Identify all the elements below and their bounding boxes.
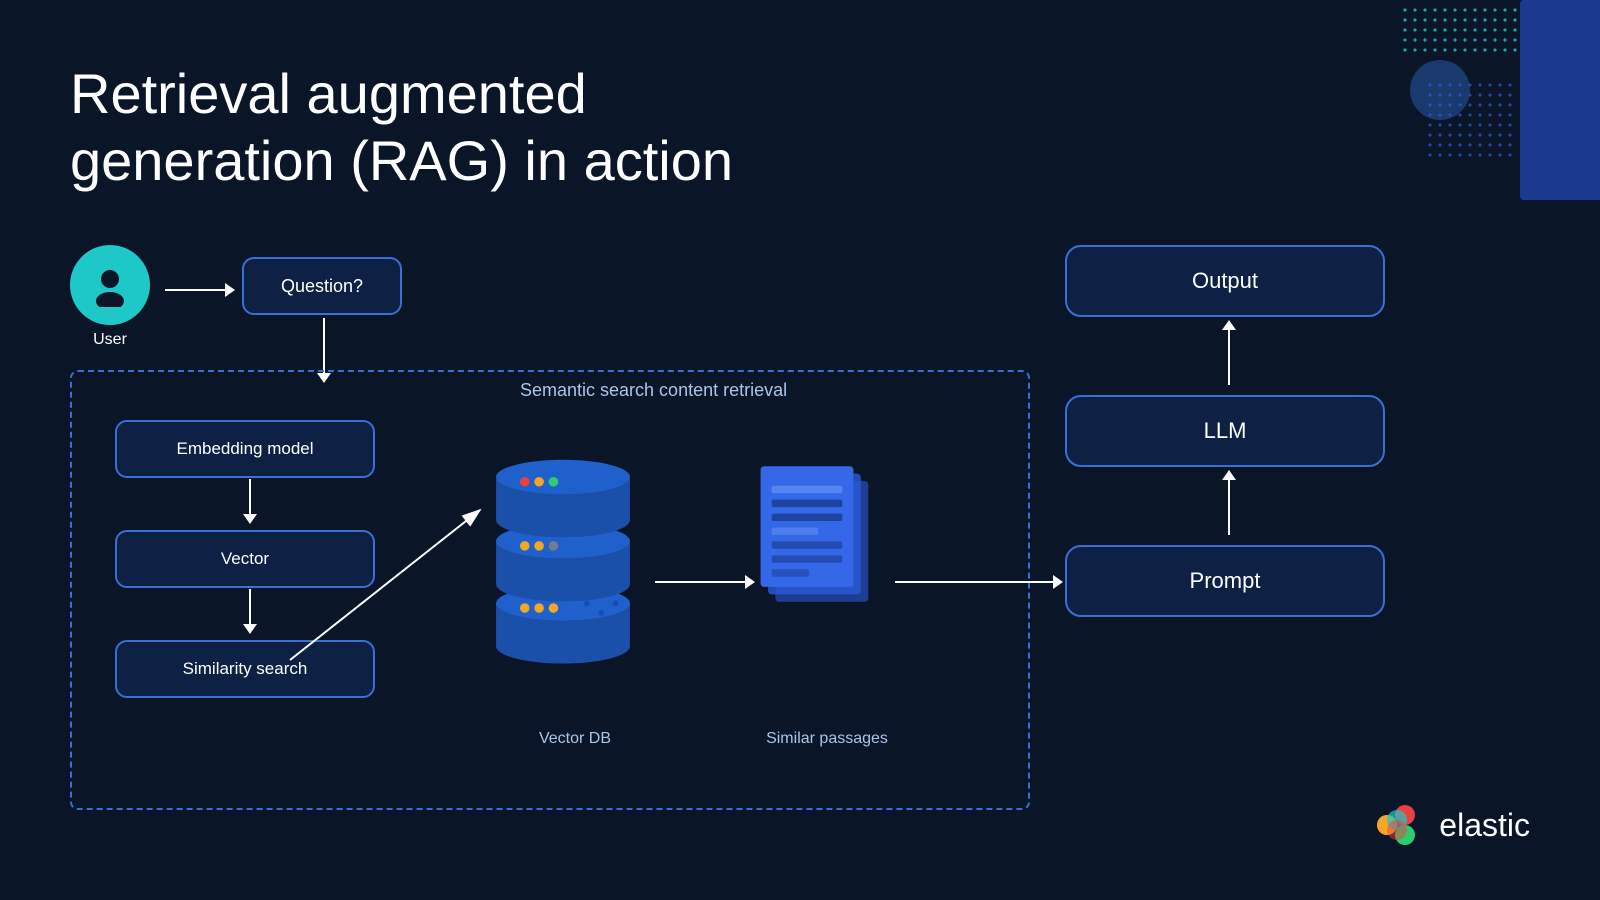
diagonal-arrow-similarity-to-db xyxy=(280,490,510,680)
similar-passages-illustration xyxy=(755,460,885,665)
semantic-search-label: Semantic search content retrieval xyxy=(520,380,787,401)
page-title: Retrieval augmented generation (RAG) in … xyxy=(70,60,733,194)
arrow-vector-down xyxy=(243,589,257,634)
vector-db-illustration xyxy=(478,455,648,680)
llm-box: LLM xyxy=(1065,395,1385,467)
elastic-logo: elastic xyxy=(1367,800,1530,850)
arrow-passages-to-prompt xyxy=(895,575,1063,589)
deco-dots-teal xyxy=(1400,5,1520,55)
prompt-box: Prompt xyxy=(1065,545,1385,617)
embedding-model-box: Embedding model xyxy=(115,420,375,478)
deco-dots-blue xyxy=(1425,80,1515,160)
deco-bar xyxy=(1520,0,1600,200)
question-box: Question? xyxy=(242,257,402,315)
user-avatar xyxy=(70,245,150,325)
arrow-db-to-passages xyxy=(655,575,755,589)
arrow-prompt-to-llm xyxy=(1222,470,1236,535)
similar-passages-label: Similar passages xyxy=(752,730,902,748)
vector-db-label: Vector DB xyxy=(510,730,640,748)
output-box: Output xyxy=(1065,245,1385,317)
arrow-llm-to-output xyxy=(1222,320,1236,385)
elastic-brand-name: elastic xyxy=(1439,807,1530,844)
arrow-user-to-question xyxy=(165,283,235,297)
user-label: User xyxy=(93,331,127,349)
user-section: User xyxy=(70,245,150,349)
arrow-embedding-down xyxy=(243,479,257,524)
